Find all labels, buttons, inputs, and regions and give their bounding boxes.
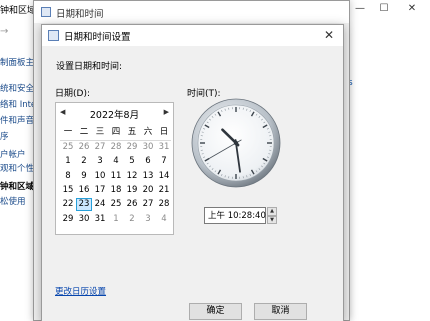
- sidebar-item[interactable]: 络和 Inte: [0, 98, 34, 110]
- settings-heading: 设置日期和时间:: [56, 62, 123, 72]
- calendar-day[interactable]: 4: [156, 213, 172, 226]
- calendar-day[interactable]: 1: [60, 155, 76, 168]
- calendar: ◀ 2022年8月 ▶ 一二三四五六日 25 26 27 28 29 30 31 1 2 3 4 5 6 7…: [55, 102, 174, 235]
- weekday-header: 四: [111, 127, 121, 137]
- calendar-day[interactable]: 27: [140, 198, 156, 211]
- calendar-day[interactable]: 11: [108, 170, 124, 183]
- calendar-day[interactable]: 2: [76, 155, 92, 168]
- time-spinner[interactable]: ▲ ▼: [267, 207, 277, 224]
- calendar-day[interactable]: 2: [124, 213, 140, 226]
- sidebar-item[interactable]: 统和安全: [0, 82, 34, 94]
- sidebar-item[interactable]: 序: [0, 130, 34, 142]
- calendar-day[interactable]: 30: [140, 141, 156, 154]
- spin-up-icon[interactable]: ▲: [267, 207, 277, 216]
- calendar-day[interactable]: 26: [124, 198, 140, 211]
- calendar-day[interactable]: 20: [140, 184, 156, 197]
- date-time-settings-dialog: 日期和时间设置 ✕ 设置日期和时间: 日期(D): 时间(T): ◀ 2022年…: [41, 24, 344, 321]
- calendar-day[interactable]: 28: [156, 198, 172, 211]
- time-input[interactable]: 上午 10:28:40: [204, 207, 266, 224]
- ok-button[interactable]: 确定: [189, 303, 242, 320]
- calendar-day[interactable]: 25: [60, 141, 76, 154]
- maximize-icon[interactable]: ☐: [376, 2, 392, 16]
- calendar-day[interactable]: 9: [76, 170, 92, 183]
- close-icon[interactable]: ✕: [404, 2, 420, 16]
- analog-clock: [191, 98, 281, 188]
- date-label: 日期(D):: [55, 89, 90, 99]
- calendar-day[interactable]: 24: [92, 198, 108, 211]
- calendar-day[interactable]: 21: [156, 184, 172, 197]
- weekday-header: 六: [143, 127, 153, 137]
- calendar-day[interactable]: 17: [92, 184, 108, 197]
- calendar-day-selected[interactable]: 23: [76, 198, 92, 212]
- next-month-icon[interactable]: ▶: [164, 108, 169, 116]
- calendar-day[interactable]: 15: [60, 184, 76, 197]
- sidebar-item[interactable]: 钟和区域: [0, 180, 34, 192]
- change-calendar-settings-link[interactable]: 更改日历设置: [55, 285, 106, 297]
- sidebar-item[interactable]: 件和声音: [0, 114, 34, 126]
- weekday-header: 日: [159, 127, 169, 137]
- calendar-day[interactable]: 4: [108, 155, 124, 168]
- clock-app-icon: [41, 7, 51, 17]
- weekday-header: 二: [79, 127, 89, 137]
- calendar-day[interactable]: 29: [124, 141, 140, 154]
- cancel-button[interactable]: 取消: [254, 303, 307, 320]
- settings-dialog-title: 日期和时间设置: [64, 32, 131, 43]
- calendar-day[interactable]: 12: [124, 170, 140, 183]
- close-icon[interactable]: ✕: [319, 27, 339, 44]
- calendar-day[interactable]: 28: [108, 141, 124, 154]
- sidebar-item[interactable]: 户帐户: [0, 148, 34, 160]
- calendar-day[interactable]: 10: [92, 170, 108, 183]
- calendar-day[interactable]: 1: [108, 213, 124, 226]
- sidebar-item[interactable]: 观和个性: [0, 162, 34, 174]
- calendar-day[interactable]: 26: [76, 141, 92, 154]
- calendar-day[interactable]: 8: [60, 170, 76, 183]
- clock-center-cap: [233, 140, 239, 146]
- weekday-header: 一: [63, 127, 73, 137]
- calendar-day[interactable]: 19: [124, 184, 140, 197]
- calendar-app-icon: [48, 30, 59, 41]
- back-arrow-icon[interactable]: →: [0, 26, 8, 37]
- calendar-day[interactable]: 13: [140, 170, 156, 183]
- calendar-day[interactable]: 14: [156, 170, 172, 183]
- calendar-month-label[interactable]: 2022年8月: [56, 107, 173, 121]
- calendar-day[interactable]: 22: [60, 198, 76, 211]
- calendar-day[interactable]: 5: [124, 155, 140, 168]
- calendar-day[interactable]: 18: [108, 184, 124, 197]
- date-time-dialog-title: 日期和时间: [56, 9, 104, 20]
- calendar-day[interactable]: 3: [92, 155, 108, 168]
- calendar-day[interactable]: 29: [60, 213, 76, 226]
- calendar-day[interactable]: 16: [76, 184, 92, 197]
- calendar-day[interactable]: 25: [108, 198, 124, 211]
- date-time-dialog: 日期和时间 日期和时间设置 ✕ 设置日期和时间: 日期(D): 时间(T): ◀…: [33, 0, 350, 321]
- calendar-day[interactable]: 6: [140, 155, 156, 168]
- sidebar-item[interactable]: 松使用: [0, 195, 34, 207]
- weekday-header: 三: [95, 127, 105, 137]
- calendar-day[interactable]: 3: [140, 213, 156, 226]
- minimize-icon[interactable]: —: [352, 2, 368, 16]
- calendar-day[interactable]: 31: [156, 141, 172, 154]
- calendar-day[interactable]: 7: [156, 155, 172, 168]
- settings-dialog-titlebar: 日期和时间设置 ✕: [42, 25, 343, 46]
- calendar-day[interactable]: 27: [92, 141, 108, 154]
- date-time-dialog-titlebar: 日期和时间: [34, 1, 349, 23]
- calendar-day[interactable]: 30: [76, 213, 92, 226]
- spin-down-icon[interactable]: ▼: [267, 215, 277, 224]
- weekday-header: 五: [127, 127, 137, 137]
- sidebar-item[interactable]: 制面板主: [0, 56, 34, 68]
- background-window-title: 钟和区域: [0, 6, 37, 16]
- calendar-day[interactable]: 31: [92, 213, 108, 226]
